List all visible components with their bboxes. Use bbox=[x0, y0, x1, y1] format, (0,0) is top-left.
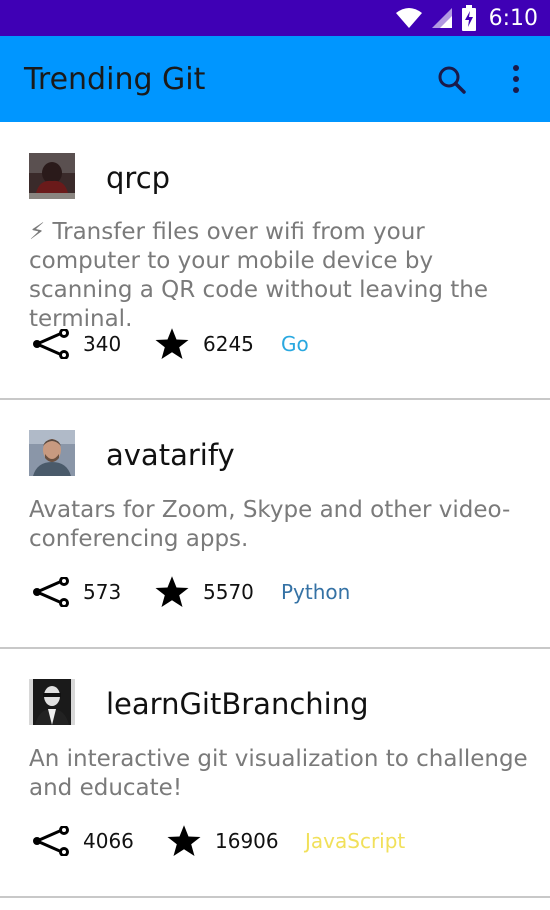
cell-signal-icon bbox=[431, 8, 452, 28]
repo-description: ⚡ Transfer files over wifi from your com… bbox=[29, 219, 488, 332]
star-icon bbox=[167, 825, 201, 856]
star-count: 5570 bbox=[203, 580, 254, 604]
star-icon bbox=[155, 328, 189, 359]
fork-icon bbox=[33, 826, 69, 856]
search-icon bbox=[438, 66, 466, 94]
repo-card[interactable]: qrcp ⚡ Transfer files over wifi from you… bbox=[0, 122, 550, 400]
star-count: 6245 bbox=[203, 332, 254, 356]
repo-description: Avatars for Zoom, Skype and other video-… bbox=[29, 497, 511, 552]
repo-card[interactable]: learnGitBranching An interactive git vis… bbox=[0, 649, 550, 898]
overflow-menu-button[interactable] bbox=[504, 62, 528, 96]
repo-stats: 340 6245 Go bbox=[32, 324, 309, 364]
repo-stats: 573 5570 Python bbox=[32, 572, 350, 612]
star-icon bbox=[155, 576, 189, 607]
avatar bbox=[29, 679, 75, 725]
repo-list: qrcp ⚡ Transfer files over wifi from you… bbox=[0, 122, 550, 898]
avatar bbox=[29, 153, 75, 199]
avatar bbox=[29, 430, 75, 476]
repo-language: Go bbox=[281, 332, 309, 356]
status-time: 6:10 bbox=[488, 5, 538, 31]
fork-count: 4066 bbox=[83, 829, 134, 853]
app-title: Trending Git bbox=[24, 62, 206, 97]
star-count: 16906 bbox=[215, 829, 279, 853]
fork-count: 340 bbox=[83, 332, 122, 356]
repo-language: Python bbox=[281, 580, 351, 604]
fork-count: 573 bbox=[83, 580, 122, 604]
repo-name[interactable]: learnGitBranching bbox=[106, 687, 369, 721]
fork-icon bbox=[33, 577, 69, 607]
repo-language: JavaScript bbox=[305, 829, 406, 853]
repo-description: An interactive git visualization to chal… bbox=[29, 746, 528, 801]
fork-icon bbox=[33, 329, 69, 359]
battery-charging-icon bbox=[461, 5, 476, 31]
repo-stats: 4066 16906 JavaScript bbox=[32, 821, 405, 861]
repo-name[interactable]: qrcp bbox=[106, 161, 170, 195]
search-button[interactable] bbox=[436, 64, 468, 96]
repo-card[interactable]: avatarify Avatars for Zoom, Skype and ot… bbox=[0, 400, 550, 649]
more-vert-icon bbox=[513, 65, 519, 93]
repo-name[interactable]: avatarify bbox=[106, 438, 235, 472]
status-bar: 6:10 bbox=[0, 0, 550, 36]
wifi-icon bbox=[395, 8, 422, 28]
app-bar: Trending Git bbox=[0, 36, 550, 122]
